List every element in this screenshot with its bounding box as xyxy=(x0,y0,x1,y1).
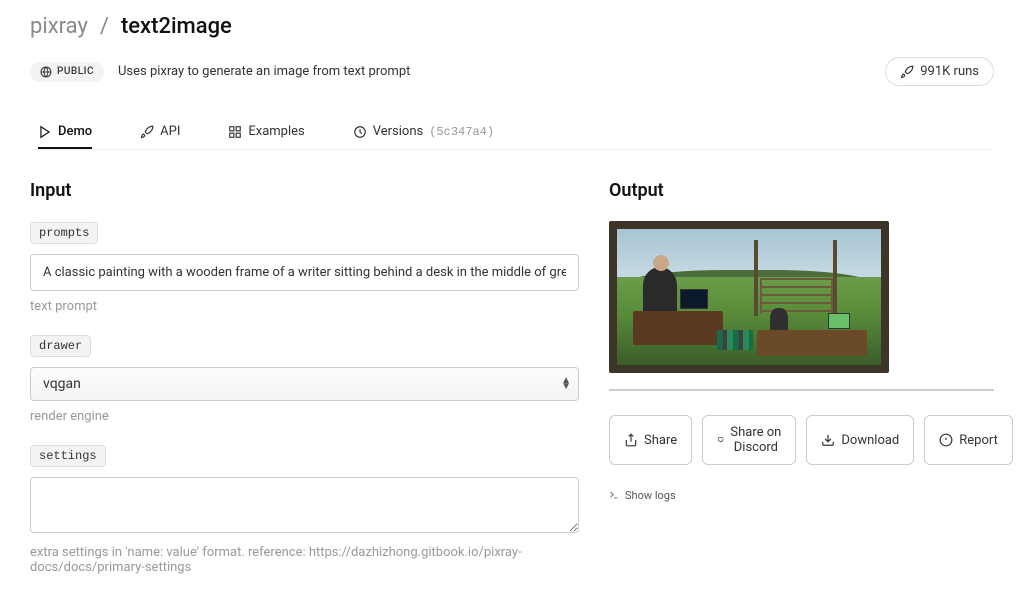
tab-examples[interactable]: Examples xyxy=(228,116,304,149)
output-column: Output Share xyxy=(609,180,994,595)
terminal-icon xyxy=(609,490,619,500)
prompts-help: text prompt xyxy=(30,299,579,314)
public-badge: PUBLIC xyxy=(30,62,104,82)
show-logs-toggle[interactable]: Show logs xyxy=(609,489,676,502)
param-label-drawer: drawer xyxy=(30,335,91,357)
globe-icon xyxy=(40,66,52,78)
tab-versions[interactable]: Versions (5c347a4) xyxy=(353,116,494,149)
history-icon xyxy=(353,125,367,139)
prompts-input[interactable] xyxy=(30,254,579,291)
alert-icon xyxy=(939,433,953,447)
breadcrumb-owner[interactable]: pixray xyxy=(30,14,88,39)
tab-demo[interactable]: Demo xyxy=(38,116,92,149)
download-icon xyxy=(821,433,835,447)
input-title: Input xyxy=(30,180,579,201)
grid-icon xyxy=(228,125,242,139)
breadcrumb-separator: / xyxy=(100,14,109,39)
breadcrumb: pixray / text2image xyxy=(30,14,994,39)
tabs: Demo API Examples Versions (5c347a4) xyxy=(30,116,994,150)
drawer-help: render engine xyxy=(30,409,579,424)
drawer-select[interactable]: vqgan xyxy=(30,367,579,401)
input-column: Input prompts text prompt drawer vqgan ▲… xyxy=(30,180,579,595)
output-divider xyxy=(609,389,994,391)
param-label-settings: settings xyxy=(30,445,106,467)
share-button[interactable]: Share xyxy=(609,415,692,465)
model-description: Uses pixray to generate an image from te… xyxy=(118,64,410,79)
share-discord-button[interactable]: Share on Discord xyxy=(702,415,796,465)
share-icon xyxy=(624,433,638,447)
action-buttons: Share Share on Discord Download xyxy=(609,415,994,465)
settings-textarea[interactable] xyxy=(30,477,579,533)
param-label-prompts: prompts xyxy=(30,222,98,244)
sub-header: PUBLIC Uses pixray to generate an image … xyxy=(30,57,994,86)
output-image[interactable] xyxy=(609,221,889,373)
version-hash: (5c347a4) xyxy=(429,125,494,139)
rocket-icon xyxy=(900,65,914,79)
output-title: Output xyxy=(609,180,994,201)
settings-help: extra settings in 'name: value' format. … xyxy=(30,545,579,575)
rocket-icon xyxy=(140,125,154,139)
download-button[interactable]: Download xyxy=(806,415,914,465)
report-button[interactable]: Report xyxy=(924,415,1013,465)
discord-icon xyxy=(717,433,724,447)
breadcrumb-model[interactable]: text2image xyxy=(121,14,232,39)
runs-count: 991K runs xyxy=(885,57,994,86)
tab-api[interactable]: API xyxy=(140,116,180,149)
play-icon xyxy=(38,125,52,139)
